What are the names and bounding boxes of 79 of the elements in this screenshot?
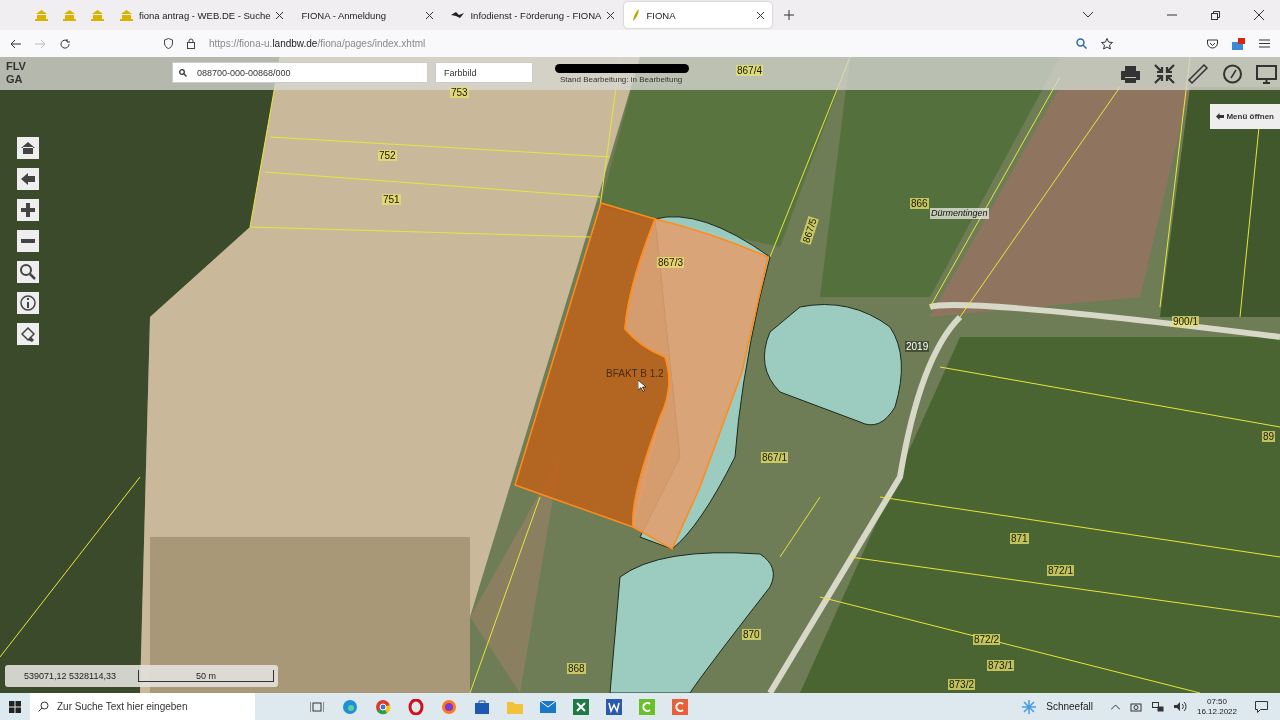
- chevron-up-icon[interactable]: [1110, 703, 1120, 710]
- browser-tab[interactable]: FIONA: [624, 2, 773, 28]
- chevron-down-icon[interactable]: [1083, 12, 1093, 18]
- parcel-label: 867/3: [657, 257, 685, 268]
- compass-icon[interactable]: [1221, 63, 1244, 85]
- parcel-label: 872/1: [1047, 565, 1075, 576]
- parcel-label: 2019: [905, 341, 930, 352]
- print-icon[interactable]: [1119, 63, 1142, 85]
- mail-icon[interactable]: [1232, 37, 1245, 50]
- parcel-label: Dürmentingen: [930, 208, 989, 219]
- browser-tab[interactable]: fiona antrag - WEB.DE - Suche: [112, 2, 292, 28]
- camera-icon[interactable]: [1129, 700, 1142, 713]
- cursor-icon: [638, 380, 646, 392]
- weather-text[interactable]: Schneefall: [1046, 701, 1093, 712]
- parcel-label: 872/2: [973, 634, 1001, 645]
- parcel-label: 751: [382, 194, 401, 205]
- lock-icon: [187, 38, 195, 49]
- zoom-out-icon[interactable]: [17, 230, 39, 252]
- building-icon: [120, 9, 133, 21]
- close-icon[interactable]: [1254, 10, 1264, 20]
- status-text: Stand Bearbeitung: in Bearbeitung: [560, 75, 683, 84]
- restore-icon[interactable]: [1211, 10, 1220, 20]
- close-icon[interactable]: [276, 11, 284, 19]
- back-arrow-icon[interactable]: [10, 38, 21, 49]
- parcel-label: 873/1: [987, 660, 1015, 671]
- search-icon[interactable]: [1076, 38, 1087, 49]
- parcel-label: 900/1: [1172, 316, 1200, 327]
- clock-date[interactable]: 16.12.2022: [1196, 706, 1237, 717]
- browser-tab[interactable]: FIONA - Anmeldung: [293, 2, 442, 28]
- building-icon: [62, 9, 76, 21]
- info-icon[interactable]: [17, 292, 39, 314]
- ruler-icon[interactable]: [1187, 63, 1210, 85]
- clock-time[interactable]: 07:50: [1206, 696, 1227, 707]
- leaf-icon: [632, 9, 641, 21]
- star-icon[interactable]: [1101, 37, 1113, 50]
- zoom-in-icon[interactable]: [17, 199, 39, 221]
- search-icon: [38, 701, 49, 712]
- parcel-label: 871: [1010, 533, 1029, 544]
- monitor-icon[interactable]: [1255, 63, 1278, 85]
- new-tab-icon[interactable]: [784, 10, 795, 20]
- close-icon[interactable]: [426, 11, 434, 19]
- parcel-label: 868: [567, 663, 586, 674]
- browser-tab[interactable]: Infodienst - Förderung - FIONA: [443, 2, 623, 28]
- menu-icon[interactable]: [1259, 39, 1270, 48]
- coordinates-text: 539071,12 5328114,33: [24, 671, 116, 681]
- close-icon[interactable]: [757, 11, 765, 19]
- search-field[interactable]: 088700-000-00868/000: [172, 62, 428, 83]
- zoom-box-icon[interactable]: [17, 261, 39, 283]
- shield-icon: [164, 38, 173, 49]
- speaker-icon[interactable]: [1173, 701, 1187, 712]
- bird-icon: [451, 11, 465, 19]
- notification-icon[interactable]: [1255, 700, 1268, 713]
- scale-bar: 50 m: [137, 670, 274, 682]
- close-icon[interactable]: [607, 11, 615, 19]
- taskbar-search-field[interactable]: Zur Suche Text hier eingeben: [30, 693, 255, 720]
- network-icon[interactable]: [1151, 701, 1164, 712]
- parcel-label: 752: [378, 150, 397, 161]
- layer-field[interactable]: Farbbild: [435, 62, 533, 83]
- building-icon: [34, 9, 48, 21]
- search-icon: [179, 69, 187, 77]
- eraser-icon[interactable]: [17, 323, 39, 345]
- parcel-label: 867/4: [736, 65, 764, 76]
- home-icon[interactable]: [17, 137, 39, 159]
- snowflake-icon: [1022, 699, 1037, 714]
- arrow-left-icon: [1216, 113, 1225, 120]
- parcel-label: 870: [742, 629, 761, 640]
- url-text[interactable]: https://fiona-u.landbw.de/fiona/pages/index.xhtml: [209, 38, 426, 49]
- menu-open-button[interactable]: Menü öffnen: [1210, 104, 1280, 129]
- parcel-label: 873/2: [948, 679, 976, 690]
- parcel-label: 866: [910, 198, 929, 209]
- parcel-label: BFAKT B 1.2: [606, 368, 664, 379]
- reload-icon[interactable]: [60, 38, 70, 49]
- building-icon: [90, 9, 104, 21]
- pocket-icon[interactable]: [1207, 38, 1218, 49]
- collapse-icon[interactable]: [1153, 63, 1176, 85]
- parcel-label: 753: [450, 87, 469, 98]
- app-logo: FLV GA: [6, 60, 26, 86]
- parcel-label: 867/1: [761, 452, 789, 463]
- parcel-label: 89: [1262, 431, 1276, 442]
